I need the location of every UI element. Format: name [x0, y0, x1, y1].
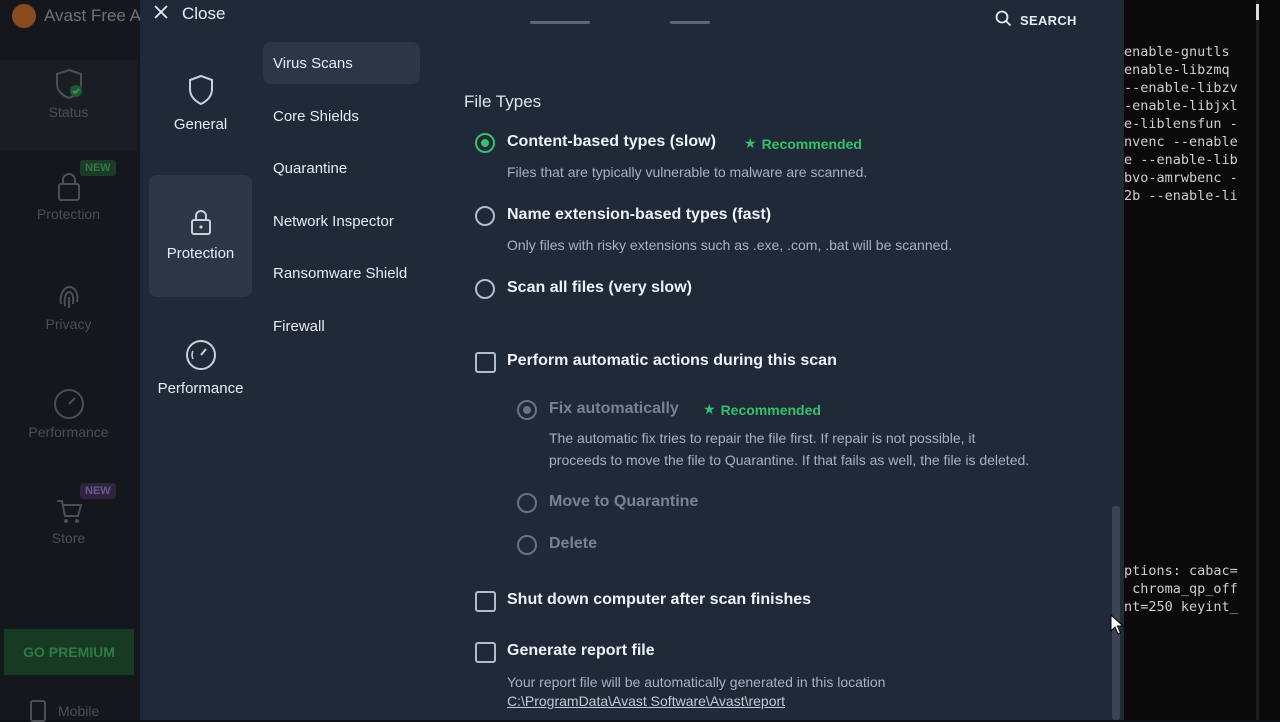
category-label: Protection — [166, 245, 235, 262]
settings-content: File Types Content-based types (slow) ★ … — [464, 0, 1104, 720]
subnav-firewall[interactable]: Firewall — [263, 305, 420, 347]
background-nav-status: Status — [0, 60, 137, 150]
terminal-line: --enable-libzv — [1124, 80, 1238, 96]
fix-automatically-description-line2: proceeds to move the file to Quarantine.… — [549, 452, 1030, 468]
shield-check-icon — [0, 68, 137, 100]
report-description: Your report file will be automatically g… — [507, 674, 886, 690]
move-to-quarantine-label: Move to Quarantine — [549, 493, 699, 510]
background-nav-mobile: Mobile — [30, 700, 99, 722]
close-icon — [154, 4, 168, 24]
star-icon: ★ — [744, 135, 757, 151]
name-extension-radio[interactable] — [475, 206, 495, 226]
settings-dialog: Close SEARCH General Protection Performa… — [140, 0, 1124, 720]
shutdown-checkbox[interactable] — [475, 591, 496, 612]
terminal-scrollbar-track[interactable] — [1256, 0, 1259, 720]
scrolled-off-text — [530, 18, 730, 26]
content-based-radio[interactable] — [475, 133, 495, 153]
subnav-network-inspector[interactable]: Network Inspector — [263, 200, 420, 242]
speedometer-icon — [0, 388, 137, 420]
recommended-badge: ★ Recommended — [703, 401, 821, 418]
background-nav-label: Mobile — [58, 703, 100, 719]
subnav-virus-scans[interactable]: Virus Scans — [263, 42, 420, 84]
terminal-line: bvo-amrwbenc - — [1124, 170, 1238, 186]
fix-automatically-description-line1: The automatic fix tries to repair the fi… — [549, 430, 976, 446]
scan-all-files-radio[interactable] — [475, 279, 495, 299]
terminal-line: nvenc --enable — [1124, 134, 1238, 150]
terminal-line: ptions: cabac= — [1124, 563, 1238, 579]
close-button[interactable]: Close — [154, 4, 225, 24]
fingerprint-icon — [0, 282, 137, 312]
shutdown-label: Shut down computer after scan finishes — [507, 591, 812, 608]
background-nav-store: Store — [0, 496, 137, 546]
mobile-icon — [30, 700, 46, 722]
terminal-line: -enable-libjxl — [1124, 98, 1238, 114]
terminal-line: enable-gnutls — [1124, 44, 1230, 60]
category-label: Performance — [157, 380, 244, 397]
go-premium-button: GO PREMIUM — [4, 629, 134, 675]
auto-actions-checkbox[interactable] — [475, 352, 496, 373]
fix-automatically-radio[interactable] — [517, 400, 537, 420]
cart-icon — [0, 496, 137, 526]
speedometer-icon — [149, 338, 252, 372]
report-path-link[interactable]: C:\ProgramData\Avast Software\Avast\repo… — [507, 693, 785, 709]
content-scrollbar-thumb[interactable] — [1112, 506, 1120, 720]
subnav-ransomware-shield[interactable]: Ransomware Shield — [263, 252, 420, 294]
background-nav-label: Privacy — [45, 316, 92, 332]
auto-actions-label: Perform automatic actions during this sc… — [507, 352, 837, 369]
avast-logo-icon — [12, 4, 36, 28]
delete-label: Delete — [549, 535, 598, 552]
lock-icon — [149, 207, 252, 237]
new-badge: NEW — [80, 483, 116, 499]
background-nav-label: Protection — [36, 206, 101, 222]
category-performance[interactable]: Performance — [149, 338, 252, 400]
fix-automatically-label: Fix automatically — [549, 400, 679, 417]
background-app-title-text: Avast Free A — [44, 6, 142, 25]
name-extension-description: Only files with risky extensions such as… — [507, 237, 953, 253]
background-nav-performance: Performance — [0, 388, 137, 440]
background-nav-label: Status — [48, 104, 89, 120]
scan-all-files-label: Scan all files (very slow) — [507, 279, 692, 296]
terminal-line: chroma_qp_off — [1124, 581, 1238, 597]
report-checkbox[interactable] — [475, 642, 496, 663]
category-protection[interactable]: Protection — [149, 175, 252, 297]
recommended-text: Recommended — [720, 401, 821, 418]
new-badge: NEW — [80, 160, 116, 176]
background-nav-label: Store — [51, 530, 86, 546]
terminal-line: 2b --enable-li — [1124, 188, 1238, 204]
move-to-quarantine-radio[interactable] — [517, 493, 537, 513]
content-based-description: Files that are typically vulnerable to m… — [507, 164, 868, 180]
name-extension-label: Name extension-based types (fast) — [507, 206, 772, 223]
subnav-core-shields[interactable]: Core Shields — [263, 95, 420, 137]
category-general[interactable]: General — [149, 74, 252, 144]
background-app-title: Avast Free A — [12, 4, 141, 28]
report-label: Generate report file — [507, 642, 655, 659]
shield-icon — [149, 74, 252, 106]
recommended-text: Recommended — [761, 135, 862, 152]
lock-icon — [0, 172, 137, 202]
close-label: Close — [182, 4, 226, 23]
terminal-line: e-liblensfun - — [1124, 116, 1238, 132]
background-nav-protection: Protection — [0, 172, 137, 222]
mouse-cursor-icon — [1110, 613, 1125, 641]
content-based-label: Content-based types (slow) — [507, 133, 716, 150]
background-nav-privacy: Privacy — [0, 282, 137, 332]
terminal-line: nt=250 keyint_ — [1124, 599, 1238, 615]
terminal-line: enable-libzmq — [1124, 62, 1230, 78]
category-label: General — [173, 116, 228, 133]
terminal-scrollbar-thumb[interactable] — [1256, 4, 1259, 20]
delete-radio[interactable] — [517, 535, 537, 555]
terminal-line: e --enable-lib — [1124, 152, 1238, 168]
background-app-sidebar: Avast Free A Status Protection NEW Priva… — [0, 0, 141, 722]
file-types-heading: File Types — [464, 92, 542, 111]
subnav-quarantine[interactable]: Quarantine — [263, 147, 420, 189]
star-icon: ★ — [703, 401, 716, 417]
background-nav-label: Performance — [28, 424, 109, 440]
recommended-badge: ★ Recommended — [744, 135, 862, 152]
